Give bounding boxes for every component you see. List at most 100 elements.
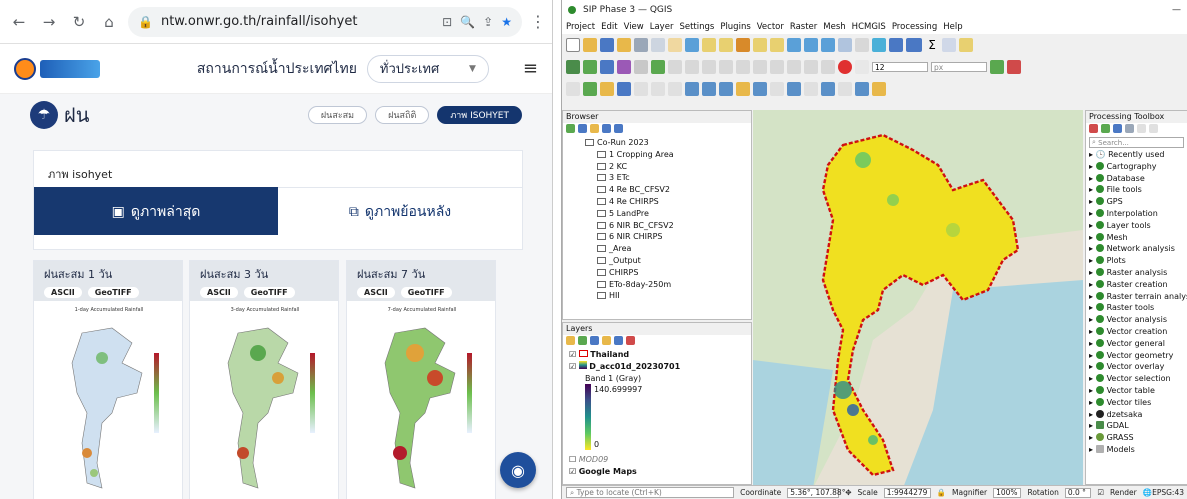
tree-item[interactable]: 5 LandPre [585, 208, 751, 220]
menu-project[interactable]: Project [566, 22, 595, 32]
add-raster-icon[interactable] [600, 60, 614, 74]
add-mesh-icon[interactable] [617, 60, 631, 74]
pill-statistics[interactable]: ฝนสถิติ [375, 106, 430, 124]
checkbox-checked-icon[interactable]: ☑ [569, 362, 576, 371]
toolbox-item[interactable]: ▸ Vector analysis [1089, 314, 1187, 326]
bookmark-star-icon[interactable]: ★ [501, 15, 512, 29]
digitize-icon[interactable] [668, 60, 682, 74]
tree-item[interactable]: Co-Run 2023 [585, 137, 751, 149]
label-abc-icon[interactable] [855, 60, 869, 74]
filter-icon[interactable] [590, 124, 599, 133]
toolbox-item[interactable]: ▸ Vector overlay [1089, 361, 1187, 373]
rotation-field[interactable]: 0.0 ° [1064, 487, 1092, 498]
toolbox-item[interactable]: ▸ Vector geometry [1089, 350, 1187, 362]
scale-field[interactable]: 1:9944279 [883, 487, 931, 498]
tree-item[interactable]: 6 NIR BC_CFSV2 [585, 220, 751, 232]
new-map-view-icon[interactable] [838, 38, 852, 52]
add-spatialite-icon[interactable] [651, 60, 665, 74]
statistics-sigma-icon[interactable]: Σ [925, 38, 939, 52]
checkbox-checked-icon[interactable]: ☑ [569, 350, 576, 359]
filter-legend-icon[interactable] [602, 336, 611, 345]
tree-item[interactable]: CHIRPS [585, 267, 751, 279]
zoom-selection-icon[interactable] [753, 38, 767, 52]
toolbox-item[interactable]: ▸ GDAL [1089, 420, 1187, 432]
remove-layer-icon[interactable] [626, 336, 635, 345]
forward-icon[interactable]: → [38, 11, 60, 33]
checkbox-checked-icon[interactable]: ☑ [569, 467, 576, 476]
menu-plugins[interactable]: Plugins [720, 22, 750, 32]
snapping-icon[interactable] [1007, 60, 1021, 74]
identify-features-icon[interactable] [685, 82, 699, 96]
add-group-icon[interactable] [578, 336, 587, 345]
layer-row[interactable]: ☑ Thailand [569, 349, 751, 361]
menu-hcmgis[interactable]: HCMGIS [852, 22, 886, 32]
map-tips-icon[interactable] [702, 82, 716, 96]
vertex-tool-icon[interactable] [719, 60, 733, 74]
region-select[interactable]: ทั่วประเทศ ▼ [366, 54, 489, 83]
tree-item[interactable]: 4 Re BC_CFSV2 [585, 184, 751, 196]
site-logo[interactable] [14, 56, 109, 82]
pan-icon[interactable] [668, 38, 682, 52]
expression-select-icon[interactable] [634, 82, 648, 96]
measure-line-icon[interactable] [736, 82, 750, 96]
tree-item[interactable]: 4 Re CHIRPS [585, 196, 751, 208]
ascii-button[interactable]: ASCII [200, 287, 238, 298]
minimize-icon[interactable]: — [1172, 5, 1181, 15]
menu-vector[interactable]: Vector [757, 22, 784, 32]
field-calculator-icon[interactable] [668, 82, 682, 96]
zoom-layer-icon[interactable] [770, 38, 784, 52]
geotiff-button[interactable]: GeoTIFF [87, 287, 139, 298]
toolbox-item[interactable]: ▸ 🕒 Recently used [1089, 149, 1187, 161]
layer-row[interactable]: ☑ Google Maps [569, 466, 751, 478]
toolbox-item[interactable]: ▸ GPS [1089, 196, 1187, 208]
edit-icon[interactable] [685, 60, 699, 74]
delete-icon[interactable] [736, 60, 750, 74]
collapse-icon[interactable] [602, 124, 611, 133]
toolbox-item[interactable]: ▸ Raster creation [1089, 279, 1187, 291]
add-selected-icon[interactable] [566, 124, 575, 133]
toolbox-item[interactable]: ▸ File tools [1089, 184, 1187, 196]
menu-layer[interactable]: Layer [650, 22, 674, 32]
reload-icon[interactable]: ↻ [68, 11, 90, 33]
copy-icon[interactable] [770, 60, 784, 74]
move-label-icon[interactable] [821, 82, 835, 96]
models-icon[interactable] [1089, 124, 1098, 133]
scripts-icon[interactable] [1101, 124, 1110, 133]
undo-icon[interactable] [804, 60, 818, 74]
toolbox-item[interactable]: ▸ Raster tools [1089, 302, 1187, 314]
open-folder-icon[interactable] [583, 38, 597, 52]
tree-item[interactable]: HII [585, 290, 751, 302]
zoom-in-icon[interactable] [702, 38, 716, 52]
toolbox-item[interactable]: ▸ Vector table [1089, 385, 1187, 397]
zoom-out-icon[interactable] [719, 38, 733, 52]
map-canvas[interactable] [753, 110, 1083, 488]
toolbox-search-input[interactable]: ⌕ Search... [1089, 137, 1184, 148]
results-icon[interactable] [1125, 124, 1134, 133]
identify-icon[interactable] [889, 38, 903, 52]
tree-item[interactable]: 6 NIR CHIRPS [585, 231, 751, 243]
tree-item[interactable]: _Area [585, 243, 751, 255]
menu-view[interactable]: View [624, 22, 644, 32]
add-feature-icon[interactable] [702, 60, 716, 74]
menu-mesh[interactable]: Mesh [823, 22, 845, 32]
back-icon[interactable]: ← [8, 11, 30, 33]
unit-select[interactable]: px [931, 62, 987, 72]
pin-labels-icon[interactable] [787, 82, 801, 96]
toolbox-item[interactable]: ▸ Vector creation [1089, 326, 1187, 338]
tree-item[interactable]: 3 ETc [585, 172, 751, 184]
toolbox-item[interactable]: ▸ dzetsaka [1089, 409, 1187, 421]
help-icon[interactable] [855, 82, 869, 96]
info-icon[interactable] [614, 124, 623, 133]
digitizing-pen-icon[interactable] [872, 82, 886, 96]
toolbox-item[interactable]: ▸ Raster analysis [1089, 267, 1187, 279]
toolbox-item[interactable]: ▸ Network analysis [1089, 243, 1187, 255]
toolbox-item[interactable]: ▸ Cartography [1089, 161, 1187, 173]
toolbox-item[interactable]: ▸ Plots [1089, 255, 1187, 267]
layer-row[interactable]: ☑ D_acc01d_20230701 [569, 360, 751, 373]
select-features-icon[interactable] [566, 82, 580, 96]
lock-scale-icon[interactable]: 🔒 [937, 488, 946, 497]
ascii-button[interactable]: ASCII [357, 287, 395, 298]
bookmarks-icon[interactable] [719, 82, 733, 96]
label-tool-icon[interactable] [770, 82, 784, 96]
text-annotation-icon[interactable] [753, 82, 767, 96]
